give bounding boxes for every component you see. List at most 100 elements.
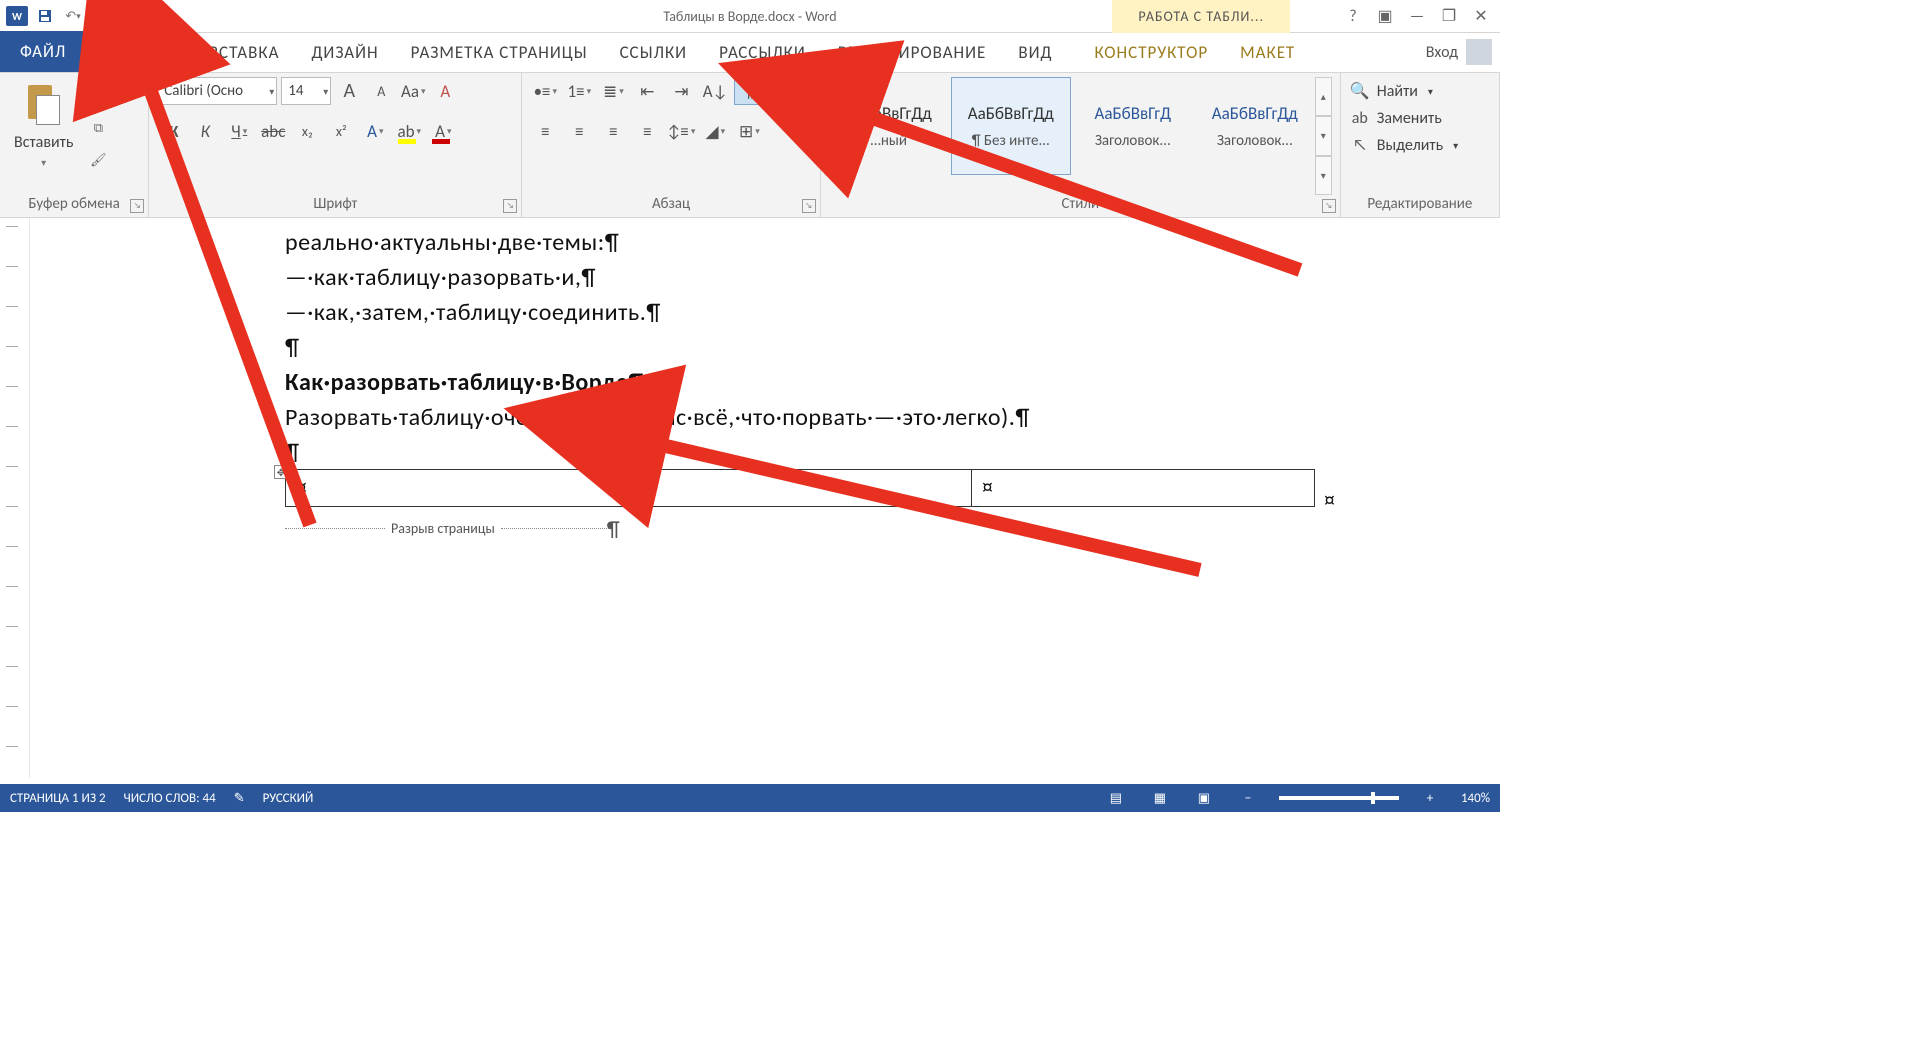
vertical-ruler	[0, 218, 30, 778]
dialog-launcher[interactable]: ↘	[130, 199, 144, 213]
cut-button[interactable]: ✂	[85, 85, 111, 107]
zoom-out-button[interactable]: −	[1235, 788, 1261, 808]
select-button[interactable]: ↖Выделить▾	[1349, 132, 1491, 159]
multilevel-list-button[interactable]: ≣	[598, 77, 628, 105]
bold-button[interactable]: Ж	[157, 117, 185, 145]
show-hide-button[interactable]: ¶	[734, 77, 764, 105]
ribbon: Вставить ▾ ✂ ⧉ 🖌 Буфер обмена ↘ Calibri …	[0, 73, 1500, 218]
tab-review[interactable]: РЕЦЕНЗИРОВАНИЕ	[822, 33, 1003, 72]
minimize-button[interactable]: —	[1404, 4, 1430, 28]
shading-button[interactable]: ◢	[700, 117, 730, 145]
align-right-button[interactable]: ≡	[598, 117, 628, 145]
read-mode-button[interactable]: ▤	[1103, 788, 1129, 808]
print-layout-button[interactable]: ▦	[1147, 788, 1173, 808]
dialog-launcher[interactable]: ↘	[1322, 199, 1336, 213]
font-name-combobox[interactable]: Calibri (Осно▾	[157, 77, 277, 105]
tab-page-layout[interactable]: РАЗМЕТКА СТРАНИЦЫ	[395, 33, 604, 72]
tab-mailings[interactable]: РАССЫЛКИ	[703, 33, 822, 72]
superscript-button[interactable]: x²	[327, 117, 355, 145]
justify-button[interactable]: ≡	[632, 117, 662, 145]
scroll-down-icon[interactable]: ▾	[1315, 116, 1332, 155]
copy-button[interactable]: ⧉	[85, 117, 111, 139]
qat-dropdown[interactable]: ▾	[118, 5, 140, 27]
font-color-button[interactable]: A	[429, 117, 457, 145]
font-size-combobox[interactable]: 14▾	[281, 77, 331, 105]
paste-button[interactable]: Вставить ▾	[8, 77, 79, 171]
redo-button[interactable]: ↷	[90, 5, 112, 27]
dialog-launcher[interactable]: ↘	[802, 199, 816, 213]
decrease-indent-button[interactable]: ⇤	[632, 77, 662, 105]
tab-design[interactable]: ДИЗАЙН	[295, 33, 394, 72]
group-clipboard: Вставить ▾ ✂ ⧉ 🖌 Буфер обмена ↘	[0, 73, 149, 217]
ribbon-display-button[interactable]: ▣	[1372, 4, 1398, 28]
style-heading1[interactable]: АаБбВвГгД Заголовок...	[1073, 77, 1193, 175]
table[interactable]: ¤ ¤ ¤	[285, 469, 1315, 507]
line-spacing-button[interactable]: ↕≡	[666, 117, 696, 145]
status-bar: СТРАНИЦА 1 ИЗ 2 ЧИСЛО СЛОВ: 44 ✎ РУССКИЙ…	[0, 784, 1500, 812]
text-effects-button[interactable]: A	[361, 117, 389, 145]
italic-button[interactable]: К	[191, 117, 219, 145]
scroll-up-icon[interactable]: ▴	[1315, 77, 1332, 116]
strikethrough-button[interactable]: abc	[259, 117, 287, 145]
style-no-spacing[interactable]: АаБбВвГгДд ¶ Без инте...	[951, 77, 1071, 175]
styles-more-icon[interactable]: ▾	[1315, 156, 1332, 195]
table-cell[interactable]: ¤	[629, 470, 972, 506]
zoom-level[interactable]: 140%	[1461, 791, 1490, 806]
sign-in-label: Вход	[1426, 43, 1458, 62]
restore-button[interactable]: ❐	[1436, 4, 1462, 28]
change-case-button[interactable]: Aa	[399, 77, 427, 105]
subscript-button[interactable]: x₂	[293, 117, 321, 145]
group-font: Calibri (Осно▾ 14▾ A A Aa A Ж К Ч abc x₂…	[149, 73, 522, 217]
find-button[interactable]: 🔍Найти▾	[1349, 77, 1491, 105]
style-heading2[interactable]: АаБбВвГгДд Заголовок...	[1195, 77, 1315, 175]
underline-button[interactable]: Ч	[225, 117, 253, 145]
text-line: реально·актуальны·две·темы:¶	[285, 228, 1500, 257]
word-count[interactable]: ЧИСЛО СЛОВ: 44	[124, 791, 216, 806]
tab-references[interactable]: ССЫЛКИ	[604, 33, 703, 72]
tab-table-constructor[interactable]: КОНСТРУКТОР	[1078, 33, 1224, 72]
style-normal[interactable]: АаБбВвГгДд …ный	[829, 77, 949, 175]
tab-file[interactable]: ФАЙЛ	[0, 31, 86, 72]
document-page[interactable]: реально·актуальны·две·темы:¶ —·как·табли…	[30, 218, 1500, 778]
text-line: ¶	[285, 438, 1500, 467]
tab-insert[interactable]: ВСТАВКА	[193, 33, 296, 72]
group-title: Редактирование	[1349, 195, 1491, 215]
zoom-in-button[interactable]: +	[1417, 788, 1443, 808]
tab-view[interactable]: ВИД	[1002, 33, 1068, 72]
close-button[interactable]: ✕	[1468, 4, 1494, 28]
undo-button[interactable]: ↶▾	[62, 5, 84, 27]
spellcheck-icon[interactable]: ✎	[234, 791, 245, 806]
dialog-launcher[interactable]: ↘	[503, 199, 517, 213]
increase-indent-button[interactable]: ⇥	[666, 77, 696, 105]
sort-button[interactable]: A↓	[700, 77, 730, 105]
text-line: —·как·таблицу·разорвать·и,¶	[285, 263, 1500, 292]
sign-in[interactable]: Вход	[1426, 39, 1492, 65]
save-button[interactable]	[34, 5, 56, 27]
web-layout-button[interactable]: ▣	[1191, 788, 1217, 808]
styles-scroll[interactable]: ▴ ▾ ▾	[1315, 77, 1332, 195]
table-cell[interactable]: ¤	[972, 470, 1314, 506]
highlight-button[interactable]: ab	[395, 117, 423, 145]
tab-table-layout[interactable]: МАКЕТ	[1224, 33, 1311, 72]
group-title: Буфер обмена	[8, 195, 140, 215]
borders-button[interactable]: ⊞	[734, 117, 764, 145]
tab-home[interactable]: ГЛАВНАЯ	[86, 30, 193, 72]
zoom-slider[interactable]	[1279, 796, 1399, 800]
replace-button[interactable]: abЗаменить	[1349, 105, 1491, 132]
page-indicator[interactable]: СТРАНИЦА 1 ИЗ 2	[10, 791, 106, 806]
table-tools-tab-label: РАБОТА С ТАБЛИ...	[1112, 0, 1290, 33]
clear-formatting-button[interactable]: A	[431, 77, 459, 105]
bullets-button[interactable]: •≡	[530, 77, 560, 105]
table-cell[interactable]: ¤	[286, 470, 629, 506]
grow-font-button[interactable]: A	[335, 77, 363, 105]
table-move-handle[interactable]: ✥	[274, 465, 288, 479]
numbering-button[interactable]: 1≡	[564, 77, 594, 105]
shrink-font-button[interactable]: A	[367, 77, 395, 105]
align-left-button[interactable]: ≡	[530, 117, 560, 145]
language-indicator[interactable]: РУССКИЙ	[263, 791, 314, 806]
word-icon: W	[6, 6, 28, 26]
align-center-button[interactable]: ≡	[564, 117, 594, 145]
format-painter-button[interactable]: 🖌	[85, 149, 111, 171]
group-title: Шрифт	[157, 195, 513, 215]
help-button[interactable]: ?	[1340, 4, 1366, 28]
